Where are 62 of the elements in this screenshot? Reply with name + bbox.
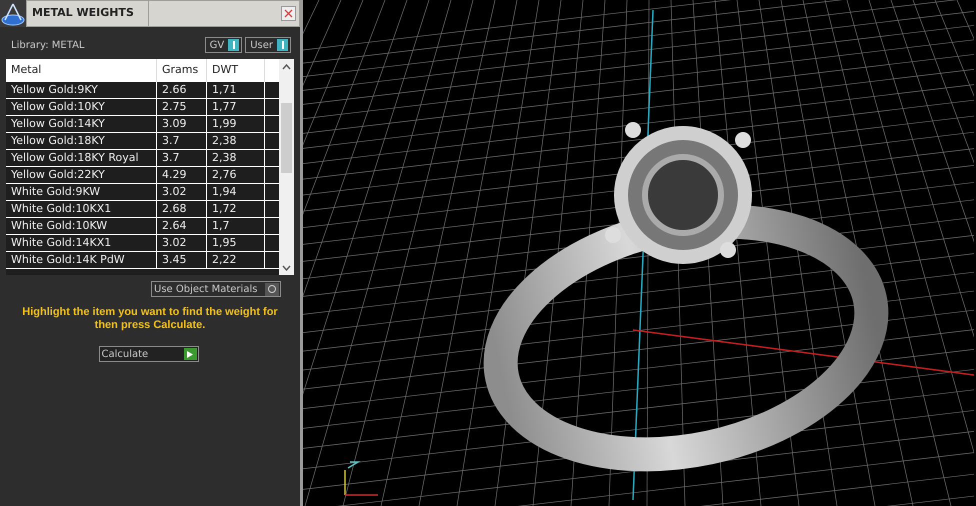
- table-row[interactable]: Yellow Gold:14KY 3.09 1,99: [6, 116, 279, 133]
- table-cell: Yellow Gold:18KY Royal: [6, 150, 157, 166]
- calculate-button[interactable]: Calculate: [98, 346, 198, 362]
- table-row[interactable]: White Gold:14KX1 3.02 1,95: [6, 235, 279, 252]
- table-row[interactable]: Yellow Gold:22KY 4.29 2,76: [6, 167, 279, 184]
- switch-on-icon: [277, 39, 288, 51]
- table-cell: Yellow Gold:9KY: [6, 82, 157, 98]
- scrollbar-thumb[interactable]: [281, 102, 292, 172]
- switch-off-icon: [265, 282, 279, 296]
- table-cell: 3.02: [157, 184, 207, 200]
- table-row[interactable]: White Gold:10KW 2.64 1,7: [6, 218, 279, 235]
- scroll-up-icon: [282, 64, 291, 70]
- table-cell: 2.66: [157, 82, 207, 98]
- instruction-text: Highlight the item you want to find the weight for then press Calculate.: [21, 306, 279, 332]
- table-cell: White Gold:14K PdW: [6, 252, 157, 268]
- table-cell: Yellow Gold:18KY: [6, 133, 157, 149]
- switch-on-icon: [228, 39, 240, 51]
- panel-title: METAL WEIGHTS: [27, 1, 149, 26]
- scroll-down-icon: [282, 265, 291, 271]
- table-cell: 3.09: [157, 116, 207, 132]
- table-row[interactable]: White Gold:14K PdW 3.45 2,22: [6, 252, 279, 269]
- table-cell: Yellow Gold:14KY: [6, 116, 157, 132]
- table-cell: 4.29: [157, 167, 207, 183]
- table-cell: 3.45: [157, 252, 207, 268]
- table-cell: Yellow Gold:22KY: [6, 167, 157, 183]
- close-icon: [284, 9, 293, 18]
- toggle-button[interactable]: GV: [204, 37, 242, 53]
- table-cell: 1,77: [207, 99, 265, 115]
- table-cell: 2,38: [207, 150, 265, 166]
- scrollbar[interactable]: [279, 59, 294, 275]
- use-object-materials-toggle[interactable]: Use Object Materials: [151, 281, 281, 297]
- toggle-button[interactable]: User: [245, 37, 291, 53]
- table-cell: 1,95: [207, 235, 265, 251]
- table-row[interactable]: Yellow Gold:9KY 2.66 1,71: [6, 82, 279, 99]
- table-row[interactable]: Yellow Gold:18KY Royal 3.7 2,38: [6, 150, 279, 167]
- table-cell: 3.02: [157, 235, 207, 251]
- table-cell: White Gold:14KX1: [6, 235, 157, 251]
- table-cell: 2,76: [207, 167, 265, 183]
- play-icon: [184, 348, 196, 360]
- table-cell: White Gold:10KX1: [6, 201, 157, 217]
- table-cell: 1,7: [207, 218, 265, 234]
- table-row[interactable]: Yellow Gold:10KY 2.75 1,77: [6, 99, 279, 116]
- table-cell: 2.75: [157, 99, 207, 115]
- table-row[interactable]: White Gold:10KX1 2.68 1,72: [6, 201, 279, 218]
- table-cell: 2,22: [207, 252, 265, 268]
- table-cell: 3.7: [157, 150, 207, 166]
- table-cell: 2.68: [157, 201, 207, 217]
- table-cell: 3.7: [157, 133, 207, 149]
- table-cell: 2,38: [207, 133, 265, 149]
- table-cell: 1,72: [207, 201, 265, 217]
- library-label: Library: METAL: [11, 38, 84, 52]
- table-cell: 1,71: [207, 82, 265, 98]
- table-cell: 1,99: [207, 116, 265, 132]
- table-row[interactable]: White Gold:9KW 3.02 1,94: [6, 184, 279, 201]
- close-button[interactable]: [281, 6, 296, 21]
- table-cell: White Gold:10KW: [6, 218, 157, 234]
- table-row[interactable]: Yellow Gold:18KY 3.7 2,38: [6, 133, 279, 150]
- axis-gizmo-icon: [344, 461, 378, 496]
- table-cell: Yellow Gold:10KY: [6, 99, 157, 115]
- table-cell: White Gold:9KW: [6, 184, 157, 200]
- table-cell: 2.64: [157, 218, 207, 234]
- table-cell: 1,94: [207, 184, 265, 200]
